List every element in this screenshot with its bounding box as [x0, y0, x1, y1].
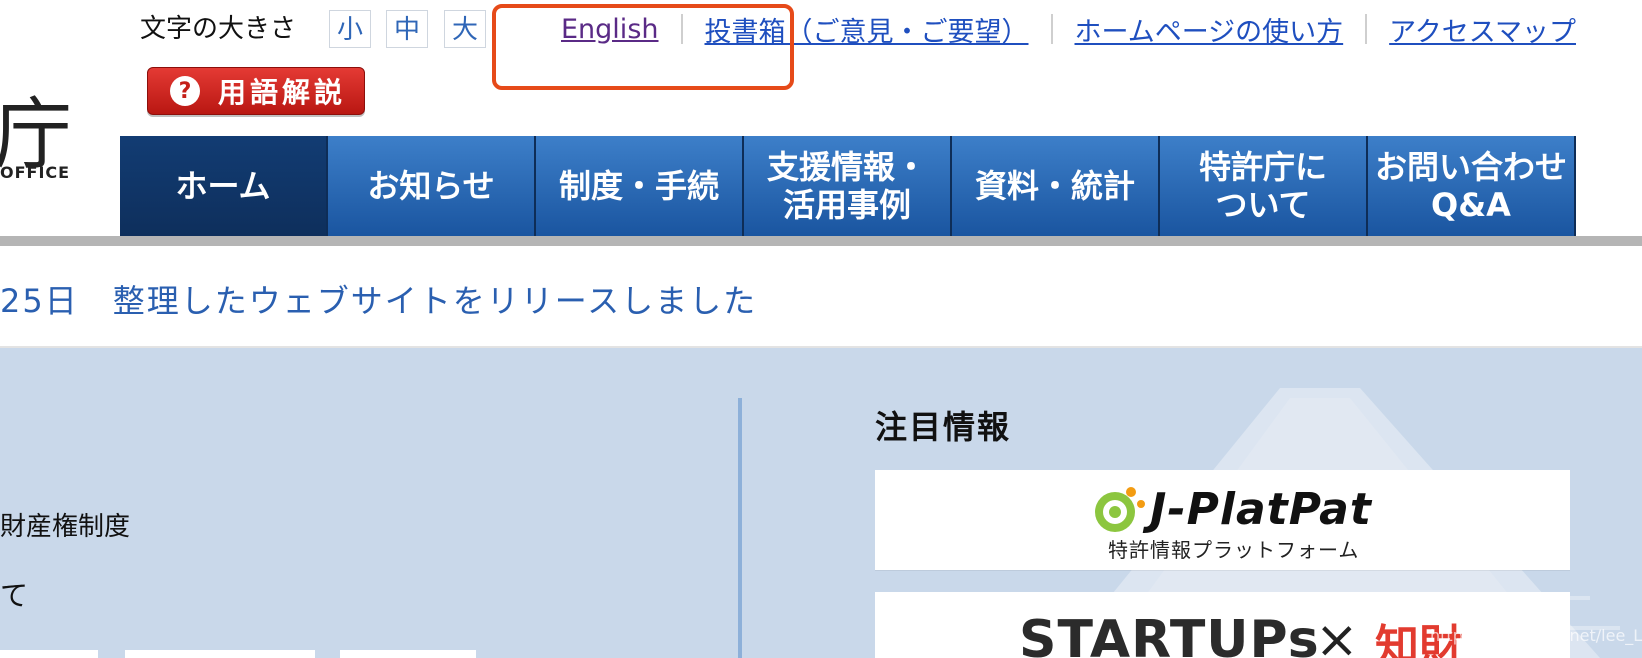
nav-news[interactable]: お知らせ [328, 136, 536, 236]
glossary-label: 用語解説 [218, 76, 347, 109]
nav-about-line2: ついて [1215, 186, 1311, 224]
jplatpat-title: J-PlatPat [1150, 484, 1372, 535]
nav-support-cases[interactable]: 支援情報・ 活用事例 [744, 136, 952, 236]
startups-cross-icon: × [1315, 610, 1359, 658]
main-nav: ホーム お知らせ 制度・手続 支援情報・ 活用事例 資料・統計 特許庁に ついて… [120, 136, 1580, 236]
font-size-small-button[interactable]: 小 [329, 10, 371, 48]
left-fragment: て [0, 579, 29, 612]
utility-bar: 文字の大きさ 小 中 大 English 投書箱（ご意見・ご要望） ホームページ… [0, 0, 1642, 90]
nav-contact-line1: お問い合わせ [1374, 148, 1567, 186]
nav-about-line1: 特許庁に [1198, 148, 1327, 186]
font-size-label: 文字の大きさ [140, 14, 297, 44]
nav-contact-line2: Q&A [1431, 186, 1511, 224]
left-card [0, 650, 98, 658]
help-icon: ? [170, 76, 200, 106]
link-separator [1365, 14, 1368, 44]
nav-system-procedures[interactable]: 制度・手続 [536, 136, 744, 236]
nav-about[interactable]: 特許庁に ついて [1160, 136, 1368, 236]
nav-underbar [0, 236, 1642, 246]
how-to-use-link[interactable]: ホームページの使い方 [1075, 10, 1344, 49]
nav-support-line2: 活用事例 [782, 186, 911, 224]
nav-home[interactable]: ホーム [120, 136, 328, 236]
access-map-link[interactable]: アクセスマップ [1389, 10, 1576, 49]
left-card [125, 650, 315, 658]
content-divider [738, 398, 742, 658]
link-separator [1050, 14, 1053, 44]
glossary-button[interactable]: ? 用語解説 [147, 67, 365, 115]
nav-contact-qa[interactable]: お問い合わせ Q&A [1368, 136, 1576, 236]
jplatpat-banner[interactable]: J-PlatPat 特許情報プラットフォーム [875, 470, 1570, 570]
nav-news-label: お知らせ [367, 167, 495, 205]
nav-materials-stats-label: 資料・統計 [974, 167, 1135, 205]
annotation-highlight [492, 4, 794, 90]
featured-title: 注目情報 [875, 408, 1012, 446]
nav-materials-stats[interactable]: 資料・統計 [952, 136, 1160, 236]
jplatpat-subtitle: 特許情報プラットフォーム [1108, 538, 1360, 562]
content-panel: 財産権制度 て 注目情報 J-PlatPat 特許情報プラットフォーム STAR… [0, 348, 1642, 658]
startups-title: STARTUPs [1019, 610, 1320, 658]
nav-system-procedures-label: 制度・手続 [558, 167, 719, 205]
left-card [340, 650, 476, 658]
news-bar: 25日 整理したウェブサイトをリリースしました [0, 246, 1642, 348]
nav-home-label: ホーム [175, 167, 271, 205]
jpo-homepage: 文字の大きさ 小 中 大 English 投書箱（ご意見・ご要望） ホームページ… [0, 0, 1642, 658]
logo-office-text: OFFICE [0, 163, 71, 182]
watermark: https://blog.csdn.net/lee_LLL [1430, 626, 1642, 645]
startups-banner[interactable]: STARTUPs × 知財 [875, 592, 1570, 658]
nav-support-line1: 支援情報・ [766, 148, 927, 186]
font-size-large-button[interactable]: 大 [444, 10, 486, 48]
news-item-link[interactable]: 25日 整理したウェブサイトをリリースしました [0, 276, 757, 322]
font-size-medium-button[interactable]: 中 [386, 10, 428, 48]
left-text: 財産権制度 [0, 512, 131, 542]
